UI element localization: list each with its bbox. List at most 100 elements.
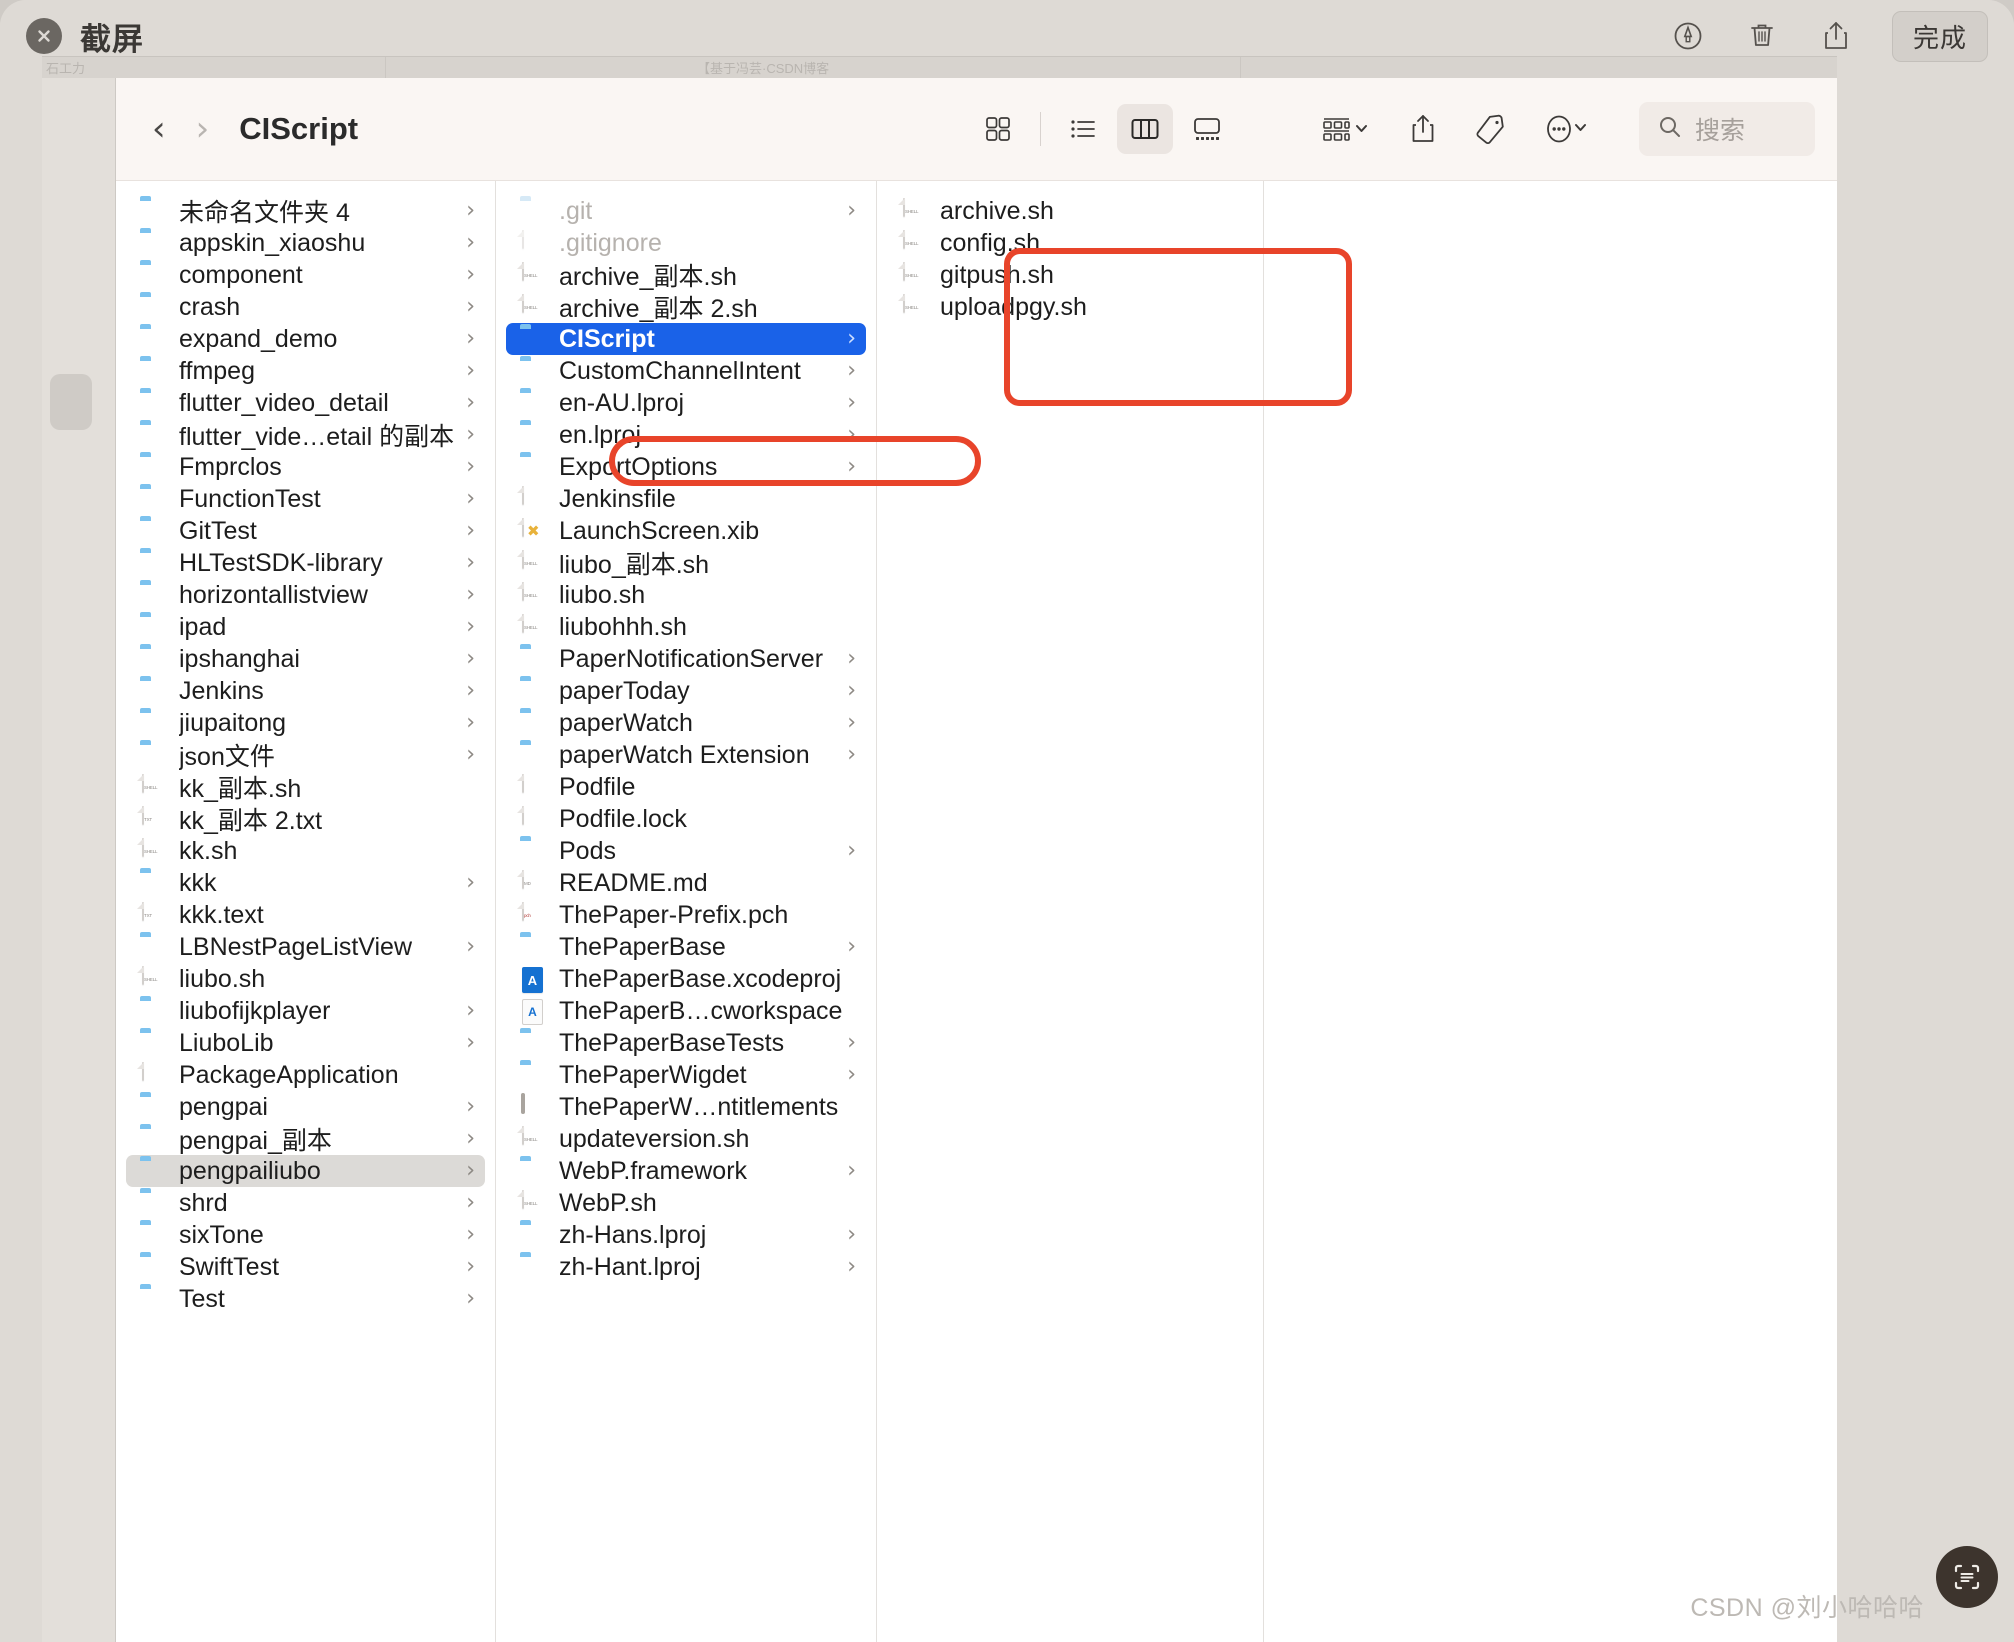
list-item[interactable]: SHELL liubo.sh xyxy=(506,579,866,611)
list-item[interactable]: SHELL gitpush.sh xyxy=(887,259,1253,291)
list-item[interactable]: jiupaitong › xyxy=(126,707,485,739)
list-item[interactable]: SHELL uploadpgy.sh xyxy=(887,291,1253,323)
list-item[interactable]: SHELL updateversion.sh xyxy=(506,1123,866,1155)
list-item[interactable]: CustomChannelIntent › xyxy=(506,355,866,387)
done-button[interactable]: 完成 xyxy=(1891,10,1988,62)
list-item[interactable]: flutter_vide…etail 的副本 › xyxy=(126,419,485,451)
chevron-right-icon[interactable]: › xyxy=(466,648,475,670)
list-item[interactable]: Podfile xyxy=(506,771,866,803)
chevron-right-icon[interactable]: › xyxy=(466,392,475,414)
list-item[interactable]: appskin_xiaoshu › xyxy=(126,227,485,259)
list-item[interactable]: SHELL liubo.sh xyxy=(126,963,485,995)
chevron-right-icon[interactable]: › xyxy=(847,712,856,734)
share-icon[interactable] xyxy=(1818,18,1854,54)
list-item[interactable]: pch ThePaper-Prefix.pch xyxy=(506,899,866,931)
chevron-right-icon[interactable]: › xyxy=(847,456,856,478)
chevron-right-icon[interactable]: › xyxy=(466,712,475,734)
list-item[interactable]: ThePaperBase.xcodeproj xyxy=(506,963,866,995)
list-item[interactable]: crash › xyxy=(126,291,485,323)
icon-view-button[interactable] xyxy=(970,104,1026,154)
list-item[interactable]: MD README.md xyxy=(506,867,866,899)
chevron-right-icon[interactable]: › xyxy=(847,648,856,670)
list-item[interactable]: ExportOptions › xyxy=(506,451,866,483)
list-item[interactable]: TXT kk_副本 2.txt xyxy=(126,803,485,835)
tag-icon[interactable] xyxy=(1473,113,1507,145)
list-item[interactable]: 未命名文件夹 4 › xyxy=(126,195,485,227)
list-item[interactable]: SHELL WebP.sh xyxy=(506,1187,866,1219)
chevron-right-icon[interactable]: › xyxy=(847,1160,856,1182)
chevron-right-icon[interactable]: › xyxy=(847,936,856,958)
chevron-right-icon[interactable]: › xyxy=(466,456,475,478)
list-item[interactable]: en.lproj › xyxy=(506,419,866,451)
chevron-right-icon[interactable]: › xyxy=(466,232,475,254)
list-item[interactable]: SHELL kk_副本.sh xyxy=(126,771,485,803)
list-item[interactable]: ThePaperBase › xyxy=(506,931,866,963)
chevron-right-icon[interactable]: › xyxy=(847,360,856,382)
chevron-right-icon[interactable]: › xyxy=(466,744,475,766)
list-item[interactable]: zh-Hans.lproj › xyxy=(506,1219,866,1251)
chevron-right-icon[interactable]: › xyxy=(847,1256,856,1278)
list-item[interactable]: SHELL archive_副本 2.sh xyxy=(506,291,866,323)
list-item[interactable]: expand_demo › xyxy=(126,323,485,355)
chevron-right-icon[interactable]: › xyxy=(847,744,856,766)
search-input[interactable]: 搜索 xyxy=(1639,102,1815,156)
chevron-right-icon[interactable]: › xyxy=(466,1032,475,1054)
list-item[interactable]: sixTone › xyxy=(126,1219,485,1251)
chevron-right-icon[interactable]: › xyxy=(466,1192,475,1214)
list-item[interactable]: pengpai_副本 › xyxy=(126,1123,485,1155)
list-item[interactable]: LBNestPageListView › xyxy=(126,931,485,963)
markup-icon[interactable] xyxy=(1670,18,1706,54)
list-item[interactable]: SHELL liubo_副本.sh xyxy=(506,547,866,579)
list-item[interactable]: component › xyxy=(126,259,485,291)
list-item[interactable]: ipshanghai › xyxy=(126,643,485,675)
list-item[interactable]: FunctionTest › xyxy=(126,483,485,515)
chevron-right-icon[interactable]: › xyxy=(466,584,475,606)
list-item[interactable]: en-AU.lproj › xyxy=(506,387,866,419)
list-item[interactable]: SHELL kk.sh xyxy=(126,835,485,867)
chevron-right-icon[interactable]: › xyxy=(466,616,475,638)
list-item[interactable]: HLTestSDK-library › xyxy=(126,547,485,579)
list-item[interactable]: PackageApplication xyxy=(126,1059,485,1091)
column-4-preview[interactable] xyxy=(1264,181,1836,1642)
chevron-right-icon[interactable]: › xyxy=(847,328,856,350)
chevron-right-icon[interactable]: › xyxy=(466,488,475,510)
list-item[interactable]: WebP.framework › xyxy=(506,1155,866,1187)
chevron-right-icon[interactable]: › xyxy=(466,328,475,350)
column-view-button[interactable] xyxy=(1117,104,1173,154)
chevron-right-icon[interactable]: › xyxy=(847,680,856,702)
list-item[interactable]: flutter_video_detail › xyxy=(126,387,485,419)
gallery-view-button[interactable] xyxy=(1179,104,1235,154)
chevron-right-icon[interactable]: › xyxy=(466,520,475,542)
column-2[interactable]: .git › .gitignore SHELL archive_副本.sh SHELL ar… xyxy=(496,181,877,1642)
list-item[interactable]: GitTest › xyxy=(126,515,485,547)
list-item[interactable]: SHELL config.sh xyxy=(887,227,1253,259)
list-item[interactable]: Podfile.lock xyxy=(506,803,866,835)
chevron-right-icon[interactable]: › xyxy=(466,680,475,702)
chevron-right-icon[interactable]: › xyxy=(466,264,475,286)
chevron-right-icon[interactable]: › xyxy=(847,424,856,446)
chevron-right-icon[interactable]: › xyxy=(847,1224,856,1246)
list-item[interactable]: horizontallistview › xyxy=(126,579,485,611)
close-icon[interactable] xyxy=(26,18,62,54)
list-item[interactable]: paperToday › xyxy=(506,675,866,707)
list-item[interactable]: ✖ LaunchScreen.xib xyxy=(506,515,866,547)
list-item[interactable]: paperWatch Extension › xyxy=(506,739,866,771)
column-3[interactable]: SHELL archive.sh SHELL config.sh SHELL gitpus… xyxy=(877,181,1264,1642)
list-item[interactable]: SwiftTest › xyxy=(126,1251,485,1283)
group-by-button[interactable] xyxy=(1321,114,1373,144)
list-view-button[interactable] xyxy=(1055,104,1111,154)
chevron-right-icon[interactable]: › xyxy=(466,1000,475,1022)
list-item[interactable]: CIScript › xyxy=(506,323,866,355)
share-icon[interactable] xyxy=(1409,112,1437,146)
list-item[interactable]: LiuboLib › xyxy=(126,1027,485,1059)
list-item[interactable]: shrd › xyxy=(126,1187,485,1219)
chevron-right-icon[interactable]: › xyxy=(847,1032,856,1054)
chevron-right-icon[interactable]: › xyxy=(466,200,475,222)
chevron-right-icon[interactable]: › xyxy=(466,1128,475,1150)
ocr-scan-button[interactable] xyxy=(1936,1546,1998,1608)
chevron-right-icon[interactable]: › xyxy=(466,360,475,382)
more-options-button[interactable] xyxy=(1543,113,1593,145)
column-1[interactable]: 未命名文件夹 4 › appskin_xiaoshu › component › crash… xyxy=(116,181,496,1642)
list-item[interactable]: .gitignore xyxy=(506,227,866,259)
list-item[interactable]: ThePaperB…cworkspace xyxy=(506,995,866,1027)
